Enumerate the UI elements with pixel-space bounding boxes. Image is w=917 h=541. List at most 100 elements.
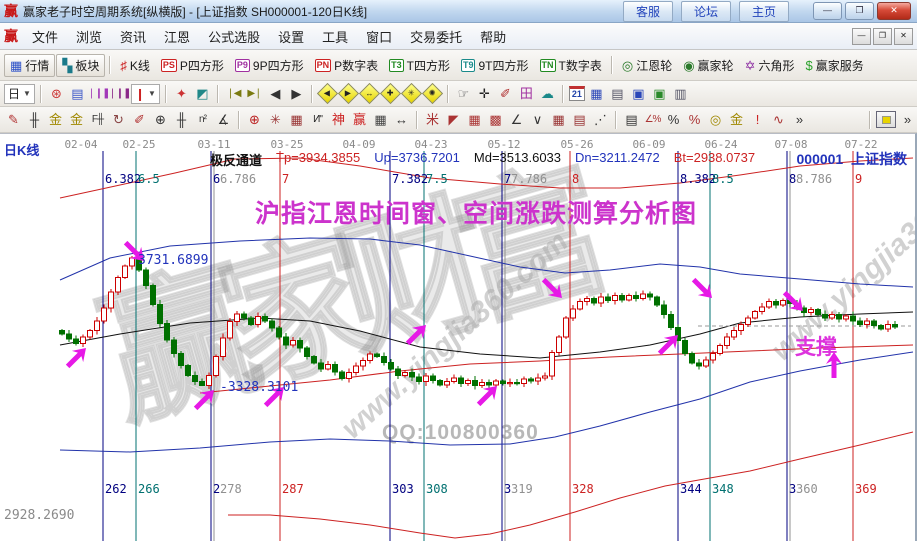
gold-circle-icon[interactable]: ◎	[706, 110, 725, 129]
period-selector[interactable]: 日 ▼	[4, 83, 35, 104]
gold-ruler2-icon[interactable]: 金	[67, 110, 86, 129]
alert-icon[interactable]: !	[748, 110, 767, 129]
cycle-ruler-icon[interactable]: ↻	[109, 110, 128, 129]
mdi-restore-button[interactable]: ❐	[873, 27, 892, 45]
gold-lines-icon[interactable]: 金	[727, 110, 746, 129]
customer-service-button[interactable]: 客服	[622, 0, 673, 22]
percent-eq-icon[interactable]: %	[685, 110, 704, 129]
grid-box-icon[interactable]: ▦	[287, 110, 306, 129]
color-chart-icon[interactable]: ◩	[193, 84, 212, 103]
brain-icon[interactable]: ☁	[538, 84, 557, 103]
last-icon[interactable]: ▶❘	[245, 84, 264, 103]
hspan-icon[interactable]: ↔	[392, 110, 411, 129]
grid-a-icon[interactable]: ▦	[549, 110, 568, 129]
f-ruler-icon[interactable]: F╫	[88, 110, 107, 129]
wave-icon[interactable]: ∿	[769, 110, 788, 129]
form-icon[interactable]: ▤	[68, 84, 87, 103]
printer-icon[interactable]: ▥	[671, 84, 690, 103]
zoom-v-icon[interactable]: ✚	[379, 82, 402, 105]
toolbar-quotes-button[interactable]: ▦ 行情	[4, 53, 56, 77]
marker-pen-icon[interactable]: ✐	[130, 110, 149, 129]
trendline-icon[interactable]: ✐	[496, 84, 515, 103]
toolbar-t-number-table-button[interactable]: TN T数字表	[535, 55, 607, 76]
chart-canvas[interactable]: 赢家财富 www.yingjia360.com www.yingjia360.c…	[0, 133, 917, 541]
nsquare-icon[interactable]: n²	[193, 110, 212, 129]
list-pct-icon[interactable]: ▤	[622, 110, 641, 129]
menu-item-3[interactable]: 江恩	[155, 25, 199, 48]
runner-icon[interactable]: ✦	[172, 84, 191, 103]
export-icon[interactable]: ▣	[650, 84, 669, 103]
first-icon[interactable]: ❘◀	[224, 84, 243, 103]
kmark-icon[interactable]: И"	[308, 110, 327, 129]
toolbar-p-square-button[interactable]: PS P四方形	[156, 55, 229, 76]
brush-icon[interactable]: ✎	[4, 110, 23, 129]
mdi-close-button[interactable]: ✕	[894, 27, 913, 45]
more-chevron-icon[interactable]: »	[790, 110, 809, 129]
hand-icon[interactable]: ☞	[454, 84, 473, 103]
star-burst-icon[interactable]: ✳	[266, 110, 285, 129]
check-line-icon[interactable]: ∨	[528, 110, 547, 129]
toolbar-p-number-table-button[interactable]: PN P数字表	[310, 55, 384, 76]
notepad-icon[interactable]: ▤	[608, 84, 627, 103]
toolbar-gann-wheel-button[interactable]: ◎ 江恩轮	[617, 55, 677, 76]
gann-ruler-icon[interactable]: ╫	[25, 110, 44, 129]
shen-icon[interactable]: 神	[329, 110, 348, 129]
menu-item-2[interactable]: 资讯	[111, 25, 155, 48]
gold-ruler1-icon[interactable]: 金	[46, 110, 65, 129]
menu-item-0[interactable]: 文件	[23, 25, 67, 48]
target-icon[interactable]: ⊕	[245, 110, 264, 129]
candle-style-selector[interactable]: ❙ ▼	[130, 83, 160, 104]
minimize-button[interactable]: —	[813, 2, 842, 20]
toolbar-ninet-square-button[interactable]: T9 9T四方形	[456, 55, 534, 76]
fan-lines-icon[interactable]: 米	[423, 110, 442, 129]
restore-button[interactable]: ❐	[845, 2, 874, 20]
zoom-full-icon[interactable]: ✺	[421, 82, 444, 105]
seal-icon[interactable]: 田	[517, 84, 536, 103]
calculator-icon[interactable]: ▦	[587, 84, 606, 103]
grid-b-icon[interactable]: ▤	[570, 110, 589, 129]
save-icon[interactable]: ▣	[629, 84, 648, 103]
toolbar-blocks-button[interactable]: ▚ 板块	[56, 53, 106, 77]
zoom-all-icon[interactable]: ✳	[400, 82, 423, 105]
panel-grid-icon[interactable]	[876, 111, 896, 128]
circle-ruler-icon[interactable]: ⊕	[151, 110, 170, 129]
angle-tool-icon[interactable]: ∡	[214, 110, 233, 129]
menu-item-9[interactable]: 帮助	[471, 25, 515, 48]
fan-shape-icon[interactable]: ◤	[444, 110, 463, 129]
next-icon[interactable]: ▶	[287, 84, 306, 103]
menu-item-7[interactable]: 窗口	[357, 25, 401, 48]
shade-grid-icon[interactable]: ▩	[486, 110, 505, 129]
slant-lines-icon[interactable]: ⋰	[591, 110, 610, 129]
percent-icon[interactable]: %	[664, 110, 683, 129]
square-grid-icon[interactable]: ▦	[465, 110, 484, 129]
angle-line-icon[interactable]: ∠	[507, 110, 526, 129]
zoom-left-icon[interactable]: ◀	[316, 82, 339, 105]
toolbar-kline-button[interactable]: ♯ K线	[115, 55, 155, 76]
homepage-button[interactable]: 主页	[738, 0, 789, 22]
menu-item-5[interactable]: 设置	[269, 25, 313, 48]
bars3-icon[interactable]: ❘❙❚	[87, 84, 110, 103]
menu-item-4[interactable]: 公式选股	[199, 25, 269, 48]
tick-ruler-icon[interactable]: ╫	[172, 110, 191, 129]
calendar-icon[interactable]: 21	[568, 86, 585, 101]
bars9-icon[interactable]: ❘❙❚	[108, 84, 131, 103]
ying-icon[interactable]: 赢	[350, 110, 369, 129]
crosshair-icon[interactable]: ✛	[475, 84, 494, 103]
toolbar-winner-wheel-button[interactable]: ◉ 赢家轮	[678, 55, 738, 76]
zoom-h-icon[interactable]: ↔	[358, 82, 381, 105]
grid-123-icon[interactable]: ▦	[371, 110, 390, 129]
toolbar-t-square-button[interactable]: T3 T四方形	[384, 55, 455, 76]
menu-item-6[interactable]: 工具	[313, 25, 357, 48]
pct-line-icon[interactable]: ∠%	[643, 110, 662, 129]
menu-item-1[interactable]: 浏览	[67, 25, 111, 48]
mdi-minimize-button[interactable]: —	[852, 27, 871, 45]
menu-item-8[interactable]: 交易委托	[401, 25, 471, 48]
sphere-icon[interactable]: ⊛	[47, 84, 66, 103]
prev-icon[interactable]: ◀	[266, 84, 285, 103]
toolbar-hexagram-button[interactable]: ✡ 六角形	[740, 55, 800, 76]
forum-button[interactable]: 论坛	[680, 0, 731, 22]
close-button[interactable]: ✕	[877, 2, 911, 20]
toolbar-winner-service-button[interactable]: $ 赢家服务	[800, 55, 868, 76]
toolbar-ninep-square-button[interactable]: P9 9P四方形	[230, 55, 309, 76]
more-chevron2-icon[interactable]: »	[898, 110, 917, 129]
